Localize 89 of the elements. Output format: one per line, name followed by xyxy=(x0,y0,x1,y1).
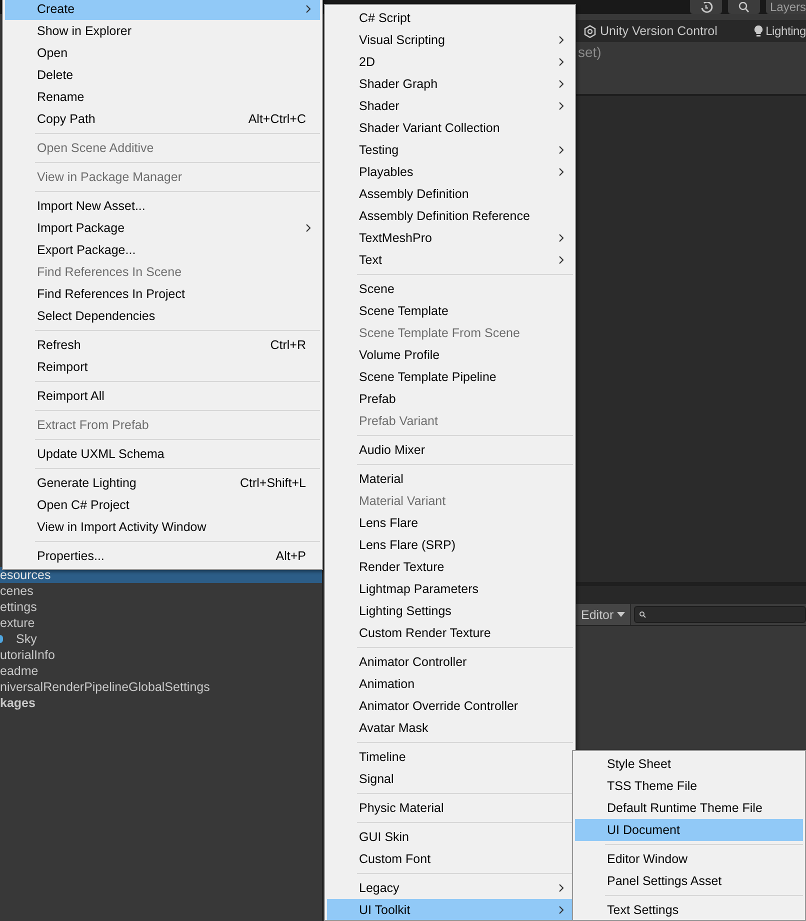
lightbulb-icon xyxy=(754,25,763,37)
inspector-text: set) xyxy=(578,44,602,60)
menu-item[interactable]: Avatar Mask xyxy=(327,717,573,739)
hexagon-icon xyxy=(584,24,596,38)
menu-item[interactable]: Shader Graph xyxy=(327,73,573,95)
menu-item[interactable]: Visual Scripting xyxy=(327,29,573,51)
menu-item[interactable]: Testing xyxy=(327,139,573,161)
menu-item[interactable]: Create xyxy=(5,0,320,20)
menu-item[interactable]: 2D xyxy=(327,51,573,73)
menu-item[interactable]: Animation xyxy=(327,673,573,695)
menu-item[interactable]: Playables xyxy=(327,161,573,183)
editor-dropdown[interactable]: Editor xyxy=(576,604,631,625)
menu-item[interactable]: Physic Material xyxy=(327,797,573,819)
search-icon xyxy=(738,2,750,14)
search-field[interactable] xyxy=(634,606,806,623)
menu-item[interactable]: Default Runtime Theme File xyxy=(575,797,803,819)
menu-item[interactable]: Text Settings xyxy=(575,899,803,920)
menu-item[interactable]: UI Toolkit xyxy=(327,899,573,920)
menu-item[interactable]: Assembly Definition Reference xyxy=(327,205,573,227)
menu-item[interactable]: Find References In Project xyxy=(5,283,320,305)
menu-item[interactable]: Show in Explorer xyxy=(5,20,320,42)
menu-item[interactable]: Scene xyxy=(327,278,573,300)
menu-item[interactable]: Open C# Project xyxy=(5,494,320,516)
menu-item[interactable]: Open xyxy=(5,42,320,64)
menu-item[interactable]: Assembly Definition xyxy=(327,183,573,205)
menu-item[interactable]: Audio Mixer xyxy=(327,439,573,461)
shortcut-label: Alt+P xyxy=(276,549,306,563)
toolbar-tab[interactable]: Unity Version Control xyxy=(584,24,718,38)
menu-item[interactable]: GUI Skin xyxy=(327,826,573,848)
menu-item[interactable]: Refresh Ctrl+R xyxy=(5,334,320,356)
menu-item[interactable]: Style Sheet xyxy=(575,753,803,775)
menu-item[interactable]: Scene Template Pipeline xyxy=(327,366,573,388)
menu-item[interactable]: Custom Font xyxy=(327,848,573,870)
search-button[interactable] xyxy=(728,0,760,14)
menu-item[interactable]: C# Script xyxy=(327,7,573,29)
project-item[interactable]: Sky xyxy=(0,631,322,647)
menu-item[interactable]: Generate Lighting Ctrl+Shift+L xyxy=(5,472,320,494)
project-item[interactable]: eadme xyxy=(0,663,322,679)
menu-item[interactable]: Animator Controller xyxy=(327,651,573,673)
menu-item[interactable]: Properties... Alt+P xyxy=(5,545,320,567)
project-item[interactable]: utorialInfo xyxy=(0,647,322,663)
menu-item[interactable]: Import New Asset... xyxy=(5,195,320,217)
menu-item[interactable]: Editor Window xyxy=(575,848,803,870)
menu-item[interactable]: Shader Variant Collection xyxy=(327,117,573,139)
menu-item[interactable]: Prefab xyxy=(327,388,573,410)
menu-item[interactable]: Lens Flare (SRP) xyxy=(327,534,573,556)
menu-item[interactable]: Shader xyxy=(327,95,573,117)
menu-item[interactable]: Rename xyxy=(5,86,320,108)
menu-item[interactable]: Lighting Settings xyxy=(327,600,573,622)
menu-item[interactable]: Panel Settings Asset xyxy=(575,870,803,892)
shortcut-label: Alt+Ctrl+C xyxy=(248,112,306,126)
menu-item[interactable]: Copy Path Alt+Ctrl+C xyxy=(5,108,320,130)
menu-item[interactable]: Delete xyxy=(5,64,320,86)
project-item[interactable]: kages xyxy=(0,695,322,711)
menu-item[interactable]: Lens Flare xyxy=(327,512,573,534)
menu-item[interactable]: Update UXML Schema xyxy=(5,443,320,465)
menu-item[interactable]: Volume Profile xyxy=(327,344,573,366)
toolbar-tab[interactable]: Lighting xyxy=(754,24,806,38)
project-item[interactable]: niversalRenderPipelineGlobalSettings xyxy=(0,679,322,695)
menu-item[interactable]: Animator Override Controller xyxy=(327,695,573,717)
project-item[interactable]: ettings xyxy=(0,599,322,615)
menu-item[interactable]: TSS Theme File xyxy=(575,775,803,797)
menu-item[interactable]: Timeline xyxy=(327,746,573,768)
shortcut-label: Ctrl+R xyxy=(270,338,306,352)
menu-item[interactable]: TextMeshPro xyxy=(327,227,573,249)
menu-item[interactable]: Import Package xyxy=(5,217,320,239)
search-icon xyxy=(638,611,646,618)
menu-item[interactable]: Legacy xyxy=(327,877,573,899)
caret-down-icon xyxy=(616,612,625,618)
asset-icon xyxy=(0,635,3,643)
menu-item[interactable]: Lightmap Parameters xyxy=(327,578,573,600)
menu-item[interactable]: Reimport xyxy=(5,356,320,378)
menu-item[interactable]: Custom Render Texture xyxy=(327,622,573,644)
menu-item[interactable]: View in Import Activity Window xyxy=(5,516,320,538)
menu-item[interactable]: Text xyxy=(327,249,573,271)
project-item[interactable]: exture xyxy=(0,615,322,631)
menu-item[interactable]: Signal xyxy=(327,768,573,790)
menu-item[interactable]: Material xyxy=(327,468,573,490)
menu-item[interactable]: Export Package... xyxy=(5,239,320,261)
history-button[interactable] xyxy=(690,0,722,14)
menu-item[interactable]: Scene Template xyxy=(327,300,573,322)
menu-item[interactable]: Select Dependencies xyxy=(5,305,320,327)
history-icon xyxy=(699,2,713,14)
menu-item[interactable]: Render Texture xyxy=(327,556,573,578)
menu-item[interactable]: UI Document xyxy=(575,819,803,841)
layers-dropdown[interactable]: Layers xyxy=(766,0,806,14)
menu-item[interactable]: Reimport All xyxy=(5,385,320,407)
shortcut-label: Ctrl+Shift+L xyxy=(240,476,306,490)
project-item[interactable]: cenes xyxy=(0,583,322,599)
